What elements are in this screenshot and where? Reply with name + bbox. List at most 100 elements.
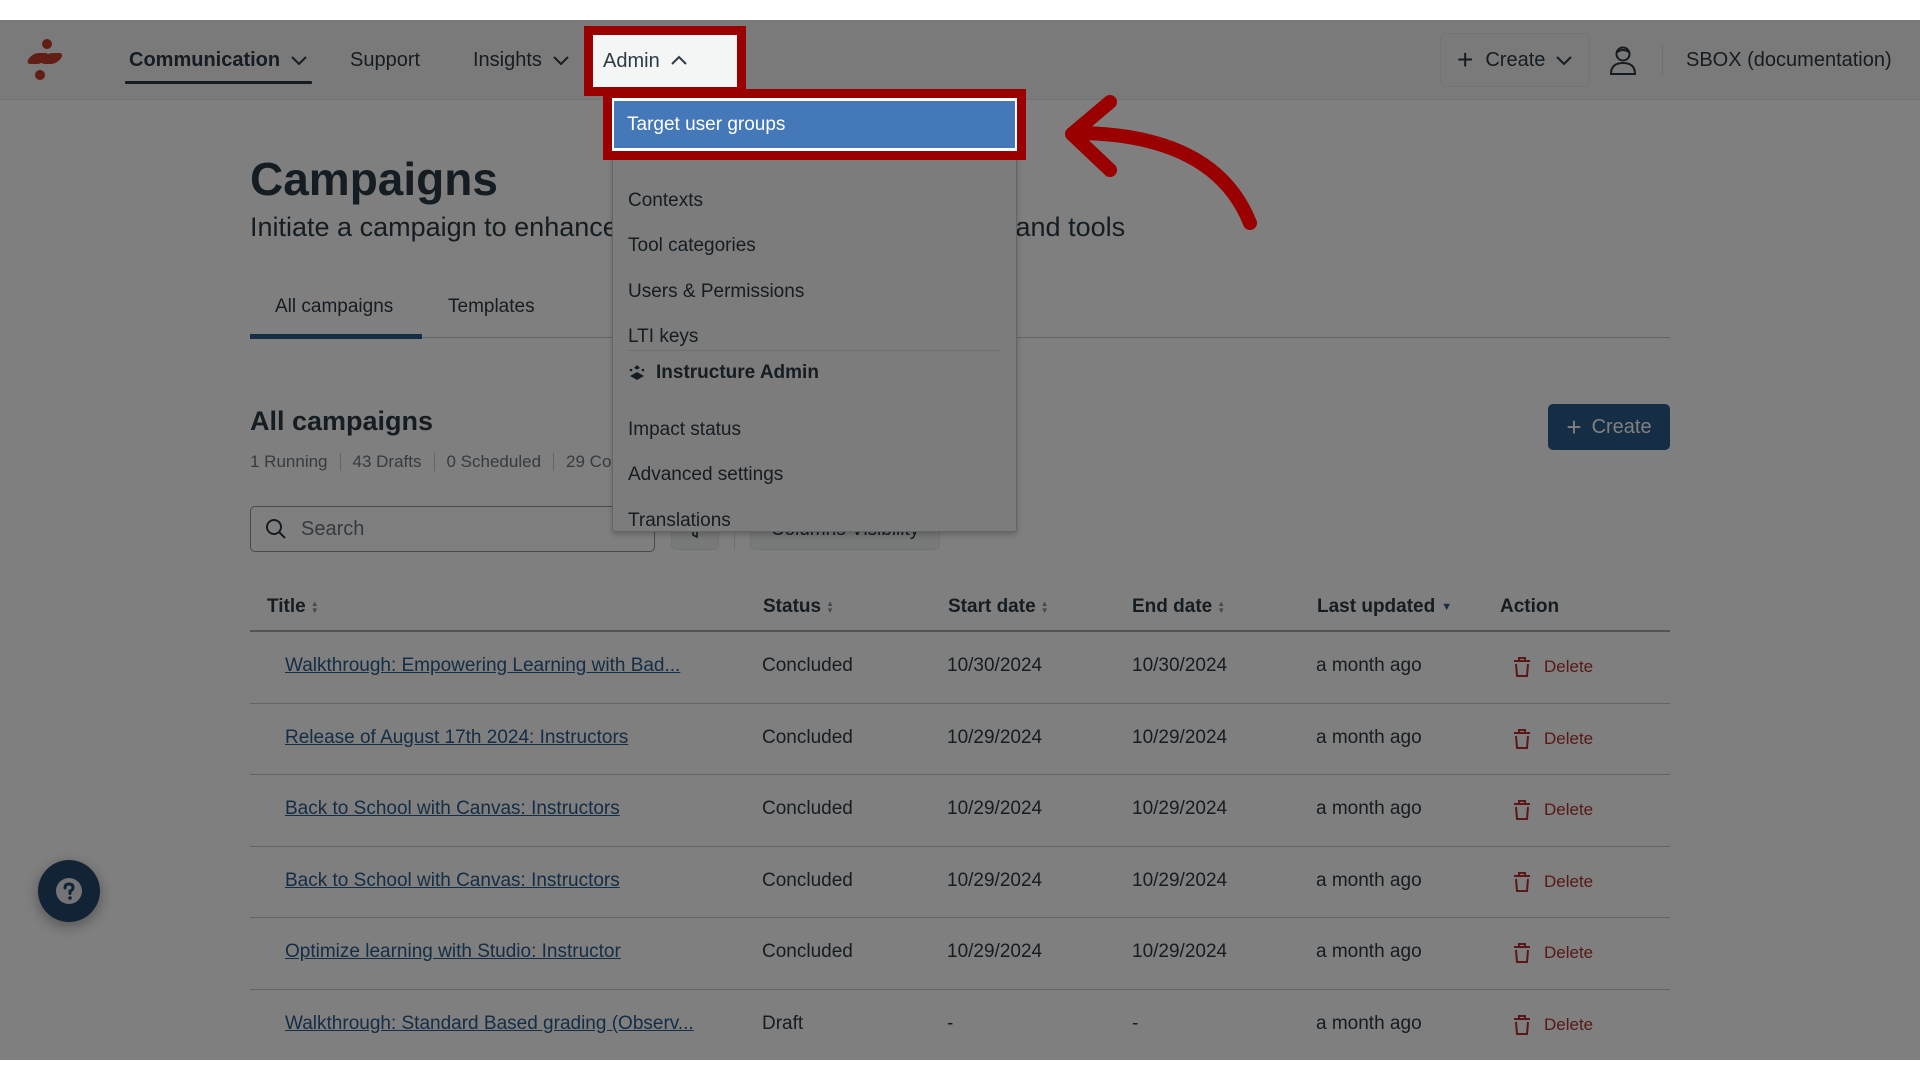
sort-descending-icon: ▼ [1441,601,1453,613]
column-end-label: End date [1132,596,1213,617]
delete-label: Delete [1544,728,1594,748]
tab-templates[interactable]: Templates [448,296,535,318]
chevron-down-icon [1556,56,1573,66]
campaign-end-date: 10/30/2024 [1132,655,1228,676]
nav-communication[interactable]: Communication [124,20,313,100]
nav-create-button[interactable]: + Create [1440,33,1591,87]
menu-item-impact-status[interactable]: Impact status [628,419,741,441]
campaign-last-updated: a month ago [1316,798,1422,819]
stat-separator [339,453,341,471]
top-nav: Communication Support Insights + Create … [0,20,1920,100]
delete-button[interactable]: Delete [1512,942,1593,964]
column-header-title[interactable]: Title ▲ ▼ [267,596,319,618]
campaign-last-updated: a month ago [1316,726,1422,748]
menu-item-contexts[interactable]: Contexts [628,190,703,212]
column-updated-label: Last updated [1317,596,1436,617]
sort-icon: ▲ ▼ [1040,599,1049,615]
user-profile-icon[interactable] [1606,43,1640,77]
tab-all-campaigns[interactable]: All campaigns [275,296,393,318]
search-field[interactable] [250,506,655,552]
column-start-label: Start date [948,596,1036,617]
sort-icon: ▲ ▼ [1217,599,1226,615]
campaign-title-link[interactable]: Back to School with Canvas: Instructors [285,798,620,820]
chevron-down-icon [291,56,307,66]
menu-group-label: Instructure Admin [656,362,819,383]
delete-button[interactable]: Delete [1512,728,1593,750]
chevron-down-icon [553,56,569,66]
page-title: Campaigns [250,153,498,205]
delete-label: Delete [1544,800,1594,819]
column-header-end-date[interactable]: End date ▲ ▼ [1132,596,1225,618]
column-header-start-date[interactable]: Start date ▲ ▼ [948,596,1049,618]
delete-button[interactable]: Delete [1512,656,1593,678]
delete-button[interactable]: Delete [1512,1014,1593,1036]
search-input[interactable] [301,517,631,541]
instructure-logo[interactable] [18,34,66,84]
create-campaign-button[interactable]: + Create [1548,404,1670,450]
admin-highlight-frame: Admin [584,26,746,96]
menu-item-target-user-groups[interactable]: Target user groups [614,101,1015,148]
column-title-label: Title [267,596,306,617]
stat-separator [553,453,555,471]
campaign-start-date: - [947,1012,954,1034]
trash-icon [1514,657,1530,677]
column-header-action: Action [1500,596,1559,618]
plus-icon: + [1457,44,1474,75]
campaign-end-date: 10/29/2024 [1132,798,1228,819]
menu-group-instructure-admin: Instructure Admin [628,362,819,384]
account-switcher[interactable]: SBOX (documentation) [1686,20,1892,100]
nav-admin-label: Admin [603,49,660,72]
app-screen: Communication Support Insights + Create … [0,20,1920,1060]
column-header-last-updated[interactable]: Last updated ▼ [1317,596,1452,618]
campaign-title-link[interactable]: Back to School with Canvas: Instructors [285,870,620,892]
help-icon [56,878,82,904]
nav-support[interactable]: Support [350,20,420,100]
menu-item-target-user-groups-label: Target user groups [627,113,786,135]
campaign-title-link[interactable]: Release of August 17th 2024: Instructors [285,727,628,749]
table-row: Back to School with Canvas: Instructors C… [250,775,1670,847]
active-tab-indicator [250,334,422,339]
nav-insights[interactable]: Insights [473,20,570,100]
help-button[interactable] [38,860,100,922]
delete-label: Delete [1544,871,1594,891]
admin-dropdown-menu: Contexts Tool categories Users & Permiss… [612,100,1017,532]
nav-divider [1662,44,1663,76]
stat-drafts: 43 Drafts [352,452,422,471]
delete-button[interactable]: Delete [1512,799,1593,821]
campaign-end-date: 10/29/2024 [1132,941,1228,962]
table-row: Back to School with Canvas: Instructors C… [250,847,1670,918]
menu-item-lti-keys[interactable]: LTI keys [628,326,698,348]
nav-insights-label: Insights [473,48,542,71]
trash-icon [1514,871,1530,892]
menu-item-translations[interactable]: Translations [628,510,731,532]
table-row: Optimize learning with Studio: Instructo… [250,918,1670,990]
menu-item-tool-categories[interactable]: Tool categories [628,235,756,257]
campaign-start-date: 10/29/2024 [947,798,1043,819]
campaign-status: Concluded [762,798,853,819]
campaign-status: Draft [762,1012,804,1034]
campaign-start-date: 10/29/2024 [947,941,1043,962]
campaign-title-link[interactable]: Walkthrough: Empowering Learning with Ba… [285,655,680,677]
sort-icon: ▲ ▼ [826,599,834,615]
table-row: Walkthrough: Empowering Learning with Ba… [250,632,1670,704]
nav-support-label: Support [350,48,421,71]
delete-button[interactable]: Delete [1512,871,1593,893]
campaign-title-link[interactable]: Walkthrough: Standard Based grading (Obs… [285,1013,694,1035]
delete-label: Delete [1544,943,1594,962]
trash-icon [1514,800,1530,820]
campaign-status: Concluded [762,869,853,891]
target-highlight-frame: Target user groups [603,89,1026,160]
delete-label: Delete [1544,657,1594,676]
search-icon [266,519,286,539]
menu-item-advanced-settings[interactable]: Advanced settings [628,464,783,486]
column-header-status[interactable]: Status ▲ ▼ [763,596,834,618]
campaign-status: Concluded [762,941,853,962]
menu-item-users-permissions[interactable]: Users & Permissions [628,281,804,303]
tab-templates-label: Templates [448,296,535,317]
campaign-start-date: 10/29/2024 [947,869,1043,891]
stat-scheduled: 0 Scheduled [446,452,542,471]
trash-icon [1514,1014,1530,1035]
column-action-label: Action [1500,596,1560,617]
campaign-title-link[interactable]: Optimize learning with Studio: Instructo… [285,941,621,963]
nav-admin[interactable]: Admin [603,41,688,81]
